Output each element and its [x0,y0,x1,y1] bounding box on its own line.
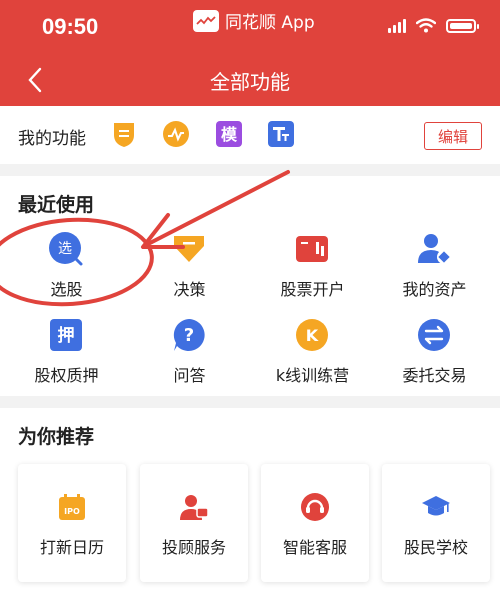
recent-item-stock-picker[interactable]: 选 选股 [4,230,129,300]
strategy-icon[interactable] [110,120,138,148]
app-logo-icon [193,9,219,32]
trend-icon[interactable] [162,120,190,148]
recent-item-kline-training[interactable]: K k线训练营 [250,316,375,386]
pledge-icon: 押 [47,316,85,354]
text-size-icon[interactable] [267,120,295,148]
advisor-icon [179,492,209,522]
recent-item-label: 决策 [173,280,206,299]
question-glyph: ? [184,325,194,346]
pledge-glyph: 押 [58,325,75,346]
kline-training-icon: K [293,316,331,354]
recent-item-pledge[interactable]: 押 股权质押 [4,316,129,386]
recent-item-label: 问答 [173,366,206,385]
battery-icon [446,18,479,33]
signal-icon [388,18,406,33]
recommend-card-label: 投顾服务 [161,538,226,557]
ipo-calendar-icon: IPO [57,492,87,522]
recommend-card-label: 股民学校 [403,538,468,557]
account-opening-icon [293,230,331,268]
recommend-card-advisor[interactable]: 投顾服务 [140,464,248,582]
ipo-glyph: IPO [64,507,80,516]
my-functions-label: 我的功能 [18,129,86,149]
my-assets-icon [415,230,453,268]
question-icon: ? [170,316,208,354]
recommend-card-school[interactable]: 股民学校 [382,464,490,582]
template-icon[interactable]: 模 [215,120,243,148]
wifi-icon [416,18,436,33]
decision-icon [170,230,208,268]
recommend-title: 为你推荐 [18,426,95,448]
status-icons [388,18,479,33]
recent-item-label: k线训练营 [275,366,350,385]
app-name: 同花顺 App [225,13,315,33]
app-header: 09:50 同花顺 App 全部功能 [0,0,500,106]
recommend-section: 为你推荐 IPO 打新日历 投顾服务 智能客服 股民学校 [0,408,500,597]
template-char: 模 [221,125,238,144]
recommend-card-label: 打新日历 [39,538,104,557]
status-time: 09:50 [42,14,99,39]
school-icon [421,492,451,522]
recent-item-label: 股权质押 [34,366,99,385]
recent-item-account-opening[interactable]: 股票开户 [250,230,375,300]
app-switcher[interactable]: 同花顺 App [193,8,315,33]
recent-item-my-assets[interactable]: 我的资产 [372,230,497,300]
recommend-card-customer-service[interactable]: 智能客服 [261,464,369,582]
recommend-card-label: 智能客服 [282,538,347,557]
recent-item-trade[interactable]: 委托交易 [372,316,497,386]
edit-button[interactable]: 编辑 [424,122,482,150]
trade-icon [415,316,453,354]
recommend-card-ipo-calendar[interactable]: IPO 打新日历 [18,464,126,582]
customer-service-icon [300,492,330,522]
recent-item-label: 股票开户 [280,280,345,299]
page-title: 全部功能 [210,70,290,94]
recent-title: 最近使用 [18,194,95,216]
stock-picker-icon: 选 [47,230,85,268]
recent-item-label: 委托交易 [402,366,467,385]
kline-glyph: K [306,326,319,345]
recent-item-label: 我的资产 [402,280,467,299]
recent-item-decision[interactable]: 决策 [127,230,252,300]
recent-section: 最近使用 选 选股 决策 股票开户 我的资产 押 股权质押 ? 问答 K k线训… [0,176,500,396]
stock-picker-glyph: 选 [58,241,72,257]
recent-item-label: 选股 [50,280,83,299]
recent-item-qa[interactable]: ? 问答 [127,316,252,386]
